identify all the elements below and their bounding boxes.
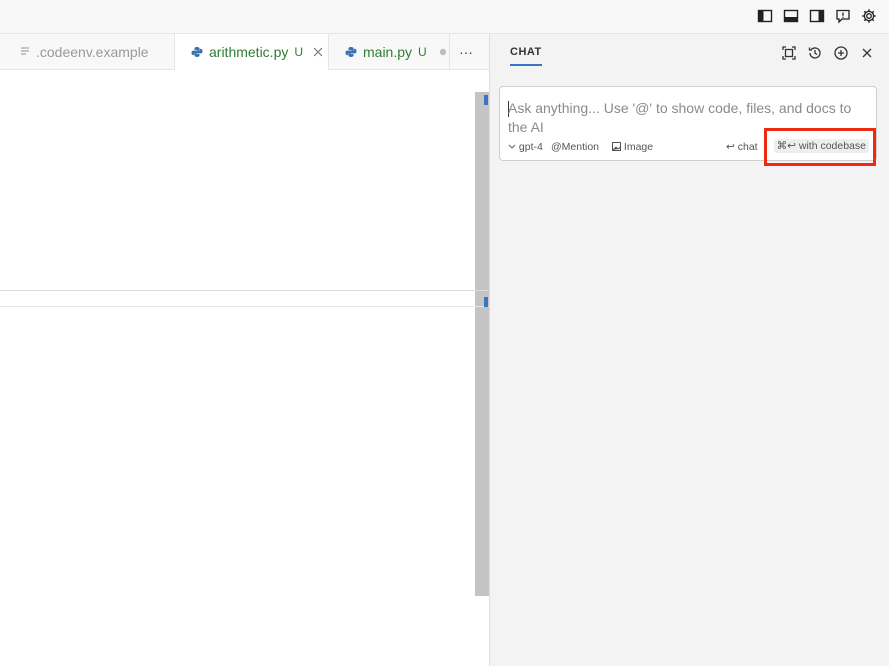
- editor-area[interactable]: [0, 70, 475, 666]
- editor-scrollbar[interactable]: [475, 92, 489, 596]
- close-icon[interactable]: [313, 47, 323, 57]
- image-label: Image: [623, 141, 654, 153]
- tab-label: arithmetic.py: [209, 43, 289, 60]
- layout-controls: [757, 8, 877, 24]
- image-icon: [612, 142, 621, 151]
- tab-arithmetic-py[interactable]: arithmetic.py U: [175, 34, 329, 70]
- more-tabs-button[interactable]: ···: [450, 34, 489, 70]
- untracked-badge: U: [418, 45, 427, 59]
- tab-main-py[interactable]: main.py U: [329, 34, 450, 70]
- python-icon: [345, 46, 357, 58]
- editor-tab-bar: .codeenv.example arithmetic.py U main.py…: [0, 34, 489, 70]
- toggle-panel-icon[interactable]: [783, 8, 799, 24]
- chat-header: CHAT: [490, 34, 889, 74]
- model-name: gpt-4: [518, 141, 543, 153]
- highlight-box: [764, 128, 876, 166]
- return-icon: ↩: [726, 141, 735, 153]
- tab-label: main.py: [363, 44, 413, 60]
- toggle-primary-sidebar-icon[interactable]: [757, 8, 773, 24]
- model-selector[interactable]: gpt-4: [508, 141, 543, 153]
- new-chat-icon[interactable]: [833, 45, 849, 61]
- settings-gear-icon[interactable]: [861, 8, 877, 24]
- image-button[interactable]: Image: [612, 141, 653, 153]
- at-sign-icon: @: [551, 141, 562, 153]
- chevron-down-icon: [508, 144, 516, 150]
- expand-icon[interactable]: [781, 45, 797, 61]
- file-lines-icon: [20, 46, 30, 58]
- mention-label: Mention: [561, 141, 600, 153]
- chat-label: chat: [737, 141, 758, 153]
- title-bar: [0, 0, 889, 34]
- overview-ruler-marker: [484, 297, 488, 307]
- feedback-icon[interactable]: [835, 8, 851, 24]
- tab-label: .codeenv.example: [36, 44, 149, 60]
- chat-actions: [781, 45, 875, 61]
- send-chat-button[interactable]: ↩ chat: [726, 141, 758, 153]
- toggle-secondary-sidebar-icon[interactable]: [809, 8, 825, 24]
- overview-ruler-marker: [484, 95, 488, 105]
- close-icon[interactable]: [859, 45, 875, 61]
- tab-codeenv-example[interactable]: .codeenv.example: [0, 34, 175, 70]
- untracked-badge: U: [294, 44, 304, 59]
- editor-split-divider[interactable]: [0, 290, 489, 291]
- editor-split-divider-secondary: [0, 306, 489, 307]
- history-icon[interactable]: [807, 45, 823, 61]
- python-icon: [191, 46, 203, 58]
- mention-button[interactable]: @Mention: [551, 141, 599, 153]
- unsaved-dot-icon[interactable]: [439, 48, 447, 56]
- chat-tab-title[interactable]: CHAT: [510, 46, 542, 66]
- more-actions-icon: ···: [459, 44, 473, 60]
